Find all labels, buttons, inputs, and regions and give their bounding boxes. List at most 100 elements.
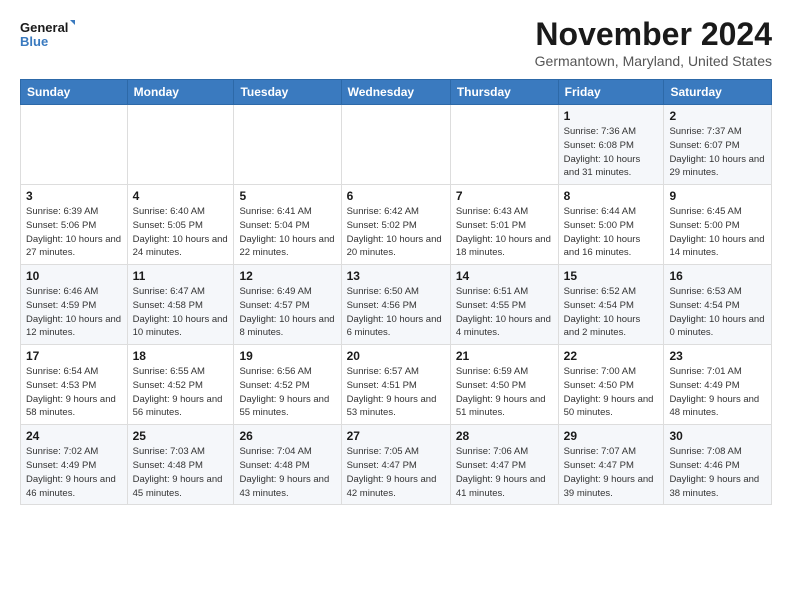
month-title: November 2024	[535, 16, 772, 53]
day-cell: 16 Sunrise: 6:53 AM Sunset: 4:54 PM Dayli…	[664, 265, 772, 345]
day-info: Sunrise: 6:56 AM Sunset: 4:52 PM Dayligh…	[239, 365, 335, 420]
weekday-thursday: Thursday	[450, 80, 558, 105]
day-number: 14	[456, 269, 553, 283]
day-cell: 18 Sunrise: 6:55 AM Sunset: 4:52 PM Dayli…	[127, 345, 234, 425]
day-number: 18	[133, 349, 229, 363]
day-number: 13	[347, 269, 445, 283]
day-info: Sunrise: 7:03 AM Sunset: 4:48 PM Dayligh…	[133, 445, 229, 500]
day-info: Sunrise: 6:51 AM Sunset: 4:55 PM Dayligh…	[456, 285, 553, 340]
calendar: SundayMondayTuesdayWednesdayThursdayFrid…	[20, 79, 772, 505]
day-cell: 5 Sunrise: 6:41 AM Sunset: 5:04 PM Daylig…	[234, 185, 341, 265]
day-cell: 6Sunrise: 6:42 AM Sunset: 5:02 PM Daylig…	[341, 185, 450, 265]
day-cell: 2Sunrise: 7:37 AM Sunset: 6:07 PM Daylig…	[664, 105, 772, 185]
day-number: 8	[564, 189, 659, 203]
day-info: Sunrise: 7:00 AM Sunset: 4:50 PM Dayligh…	[564, 365, 659, 420]
day-cell: 29Sunrise: 7:07 AM Sunset: 4:47 PM Dayli…	[558, 425, 664, 505]
day-info: Sunrise: 7:04 AM Sunset: 4:48 PM Dayligh…	[239, 445, 335, 500]
day-cell: 9 Sunrise: 6:45 AM Sunset: 5:00 PM Daylig…	[664, 185, 772, 265]
day-info: Sunrise: 6:44 AM Sunset: 5:00 PM Dayligh…	[564, 205, 659, 260]
day-number: 25	[133, 429, 229, 443]
day-number: 28	[456, 429, 553, 443]
day-info: Sunrise: 7:05 AM Sunset: 4:47 PM Dayligh…	[347, 445, 445, 500]
day-number: 23	[669, 349, 766, 363]
weekday-header: SundayMondayTuesdayWednesdayThursdayFrid…	[21, 80, 772, 105]
day-info: Sunrise: 6:49 AM Sunset: 4:57 PM Dayligh…	[239, 285, 335, 340]
day-info: Sunrise: 6:40 AM Sunset: 5:05 PM Dayligh…	[133, 205, 229, 260]
day-number: 15	[564, 269, 659, 283]
day-cell	[450, 105, 558, 185]
week-row-3: 10 Sunrise: 6:46 AM Sunset: 4:59 PM Dayli…	[21, 265, 772, 345]
day-info: Sunrise: 6:42 AM Sunset: 5:02 PM Dayligh…	[347, 205, 445, 260]
logo-svg: General Blue	[20, 16, 75, 52]
logo: General Blue	[20, 16, 75, 52]
day-cell: 28 Sunrise: 7:06 AM Sunset: 4:47 PM Dayli…	[450, 425, 558, 505]
week-row-1: 1Sunrise: 7:36 AM Sunset: 6:08 PM Daylig…	[21, 105, 772, 185]
day-cell: 13 Sunrise: 6:50 AM Sunset: 4:56 PM Dayli…	[341, 265, 450, 345]
day-cell	[341, 105, 450, 185]
day-info: Sunrise: 6:41 AM Sunset: 5:04 PM Dayligh…	[239, 205, 335, 260]
day-number: 21	[456, 349, 553, 363]
day-info: Sunrise: 7:02 AM Sunset: 4:49 PM Dayligh…	[26, 445, 122, 500]
day-number: 4	[133, 189, 229, 203]
day-info: Sunrise: 7:36 AM Sunset: 6:08 PM Dayligh…	[564, 125, 659, 180]
day-info: Sunrise: 6:50 AM Sunset: 4:56 PM Dayligh…	[347, 285, 445, 340]
day-number: 17	[26, 349, 122, 363]
day-info: Sunrise: 6:52 AM Sunset: 4:54 PM Dayligh…	[564, 285, 659, 340]
day-info: Sunrise: 6:55 AM Sunset: 4:52 PM Dayligh…	[133, 365, 229, 420]
day-info: Sunrise: 7:01 AM Sunset: 4:49 PM Dayligh…	[669, 365, 766, 420]
weekday-monday: Monday	[127, 80, 234, 105]
day-number: 7	[456, 189, 553, 203]
weekday-sunday: Sunday	[21, 80, 128, 105]
day-cell: 24 Sunrise: 7:02 AM Sunset: 4:49 PM Dayli…	[21, 425, 128, 505]
day-info: Sunrise: 6:59 AM Sunset: 4:50 PM Dayligh…	[456, 365, 553, 420]
day-info: Sunrise: 6:45 AM Sunset: 5:00 PM Dayligh…	[669, 205, 766, 260]
day-number: 16	[669, 269, 766, 283]
day-cell: 23 Sunrise: 7:01 AM Sunset: 4:49 PM Dayli…	[664, 345, 772, 425]
day-cell	[234, 105, 341, 185]
page: General Blue November 2024 Germantown, M…	[0, 0, 792, 515]
week-row-2: 3Sunrise: 6:39 AM Sunset: 5:06 PM Daylig…	[21, 185, 772, 265]
day-number: 10	[26, 269, 122, 283]
day-info: Sunrise: 6:43 AM Sunset: 5:01 PM Dayligh…	[456, 205, 553, 260]
day-cell: 10 Sunrise: 6:46 AM Sunset: 4:59 PM Dayli…	[21, 265, 128, 345]
day-cell: 3Sunrise: 6:39 AM Sunset: 5:06 PM Daylig…	[21, 185, 128, 265]
day-cell: 20Sunrise: 6:57 AM Sunset: 4:51 PM Dayli…	[341, 345, 450, 425]
location-title: Germantown, Maryland, United States	[535, 53, 772, 69]
week-row-5: 24 Sunrise: 7:02 AM Sunset: 4:49 PM Dayli…	[21, 425, 772, 505]
day-number: 30	[669, 429, 766, 443]
weekday-wednesday: Wednesday	[341, 80, 450, 105]
day-number: 19	[239, 349, 335, 363]
day-number: 9	[669, 189, 766, 203]
day-cell: 26 Sunrise: 7:04 AM Sunset: 4:48 PM Dayli…	[234, 425, 341, 505]
day-number: 11	[133, 269, 229, 283]
day-info: Sunrise: 6:46 AM Sunset: 4:59 PM Dayligh…	[26, 285, 122, 340]
day-cell	[127, 105, 234, 185]
title-block: November 2024 Germantown, Maryland, Unit…	[535, 16, 772, 69]
day-number: 12	[239, 269, 335, 283]
day-number: 29	[564, 429, 659, 443]
day-number: 26	[239, 429, 335, 443]
header: General Blue November 2024 Germantown, M…	[20, 16, 772, 69]
day-info: Sunrise: 6:54 AM Sunset: 4:53 PM Dayligh…	[26, 365, 122, 420]
day-number: 20	[347, 349, 445, 363]
svg-text:General: General	[20, 20, 68, 35]
day-info: Sunrise: 6:53 AM Sunset: 4:54 PM Dayligh…	[669, 285, 766, 340]
day-cell: 22Sunrise: 7:00 AM Sunset: 4:50 PM Dayli…	[558, 345, 664, 425]
day-cell: 25 Sunrise: 7:03 AM Sunset: 4:48 PM Dayli…	[127, 425, 234, 505]
day-cell: 11 Sunrise: 6:47 AM Sunset: 4:58 PM Dayli…	[127, 265, 234, 345]
weekday-friday: Friday	[558, 80, 664, 105]
day-number: 24	[26, 429, 122, 443]
day-cell: 17 Sunrise: 6:54 AM Sunset: 4:53 PM Dayli…	[21, 345, 128, 425]
calendar-body: 1Sunrise: 7:36 AM Sunset: 6:08 PM Daylig…	[21, 105, 772, 505]
day-cell: 1Sunrise: 7:36 AM Sunset: 6:08 PM Daylig…	[558, 105, 664, 185]
day-info: Sunrise: 7:37 AM Sunset: 6:07 PM Dayligh…	[669, 125, 766, 180]
day-info: Sunrise: 6:47 AM Sunset: 4:58 PM Dayligh…	[133, 285, 229, 340]
day-info: Sunrise: 7:06 AM Sunset: 4:47 PM Dayligh…	[456, 445, 553, 500]
day-info: Sunrise: 7:08 AM Sunset: 4:46 PM Dayligh…	[669, 445, 766, 500]
day-number: 5	[239, 189, 335, 203]
day-cell: 27Sunrise: 7:05 AM Sunset: 4:47 PM Dayli…	[341, 425, 450, 505]
week-row-4: 17 Sunrise: 6:54 AM Sunset: 4:53 PM Dayli…	[21, 345, 772, 425]
day-cell: 19 Sunrise: 6:56 AM Sunset: 4:52 PM Dayli…	[234, 345, 341, 425]
day-cell: 21 Sunrise: 6:59 AM Sunset: 4:50 PM Dayli…	[450, 345, 558, 425]
day-cell: 7 Sunrise: 6:43 AM Sunset: 5:01 PM Daylig…	[450, 185, 558, 265]
